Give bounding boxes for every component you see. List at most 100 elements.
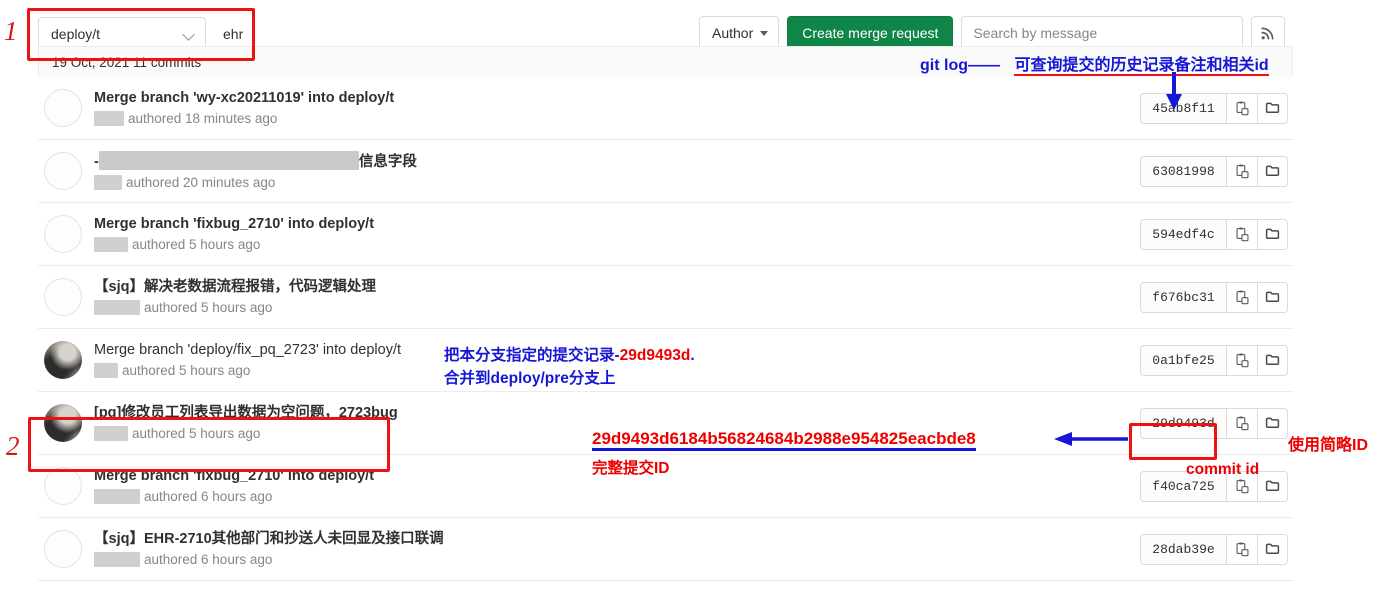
commit-sha[interactable]: f40ca725 [1140, 470, 1226, 502]
commit-meta: authored 5 hours ago [94, 425, 1140, 443]
commit-title[interactable]: 【sjq】解决老数据流程报错，代码逻辑处理 [94, 278, 1140, 296]
annotation-marker-2: 2 [6, 431, 20, 461]
commit-timestamp: authored 20 minutes ago [126, 174, 276, 190]
commit-sha[interactable]: 28dab39e [1140, 533, 1226, 565]
clipboard-copy-icon [1236, 541, 1249, 556]
commit-sha-group: 45ab8f11 [1140, 92, 1288, 124]
avatar [44, 467, 82, 505]
avatar [44, 215, 82, 253]
commit-title[interactable]: 【sjq】EHR-2710其他部门和抄送人未回显及接口联调 [94, 530, 1140, 548]
commit-row[interactable]: Merge branch 'deploy/fix_pq_2723' into d… [38, 329, 1293, 392]
commit-sha-group: 29d9493d [1140, 407, 1288, 439]
folder-browse-icon [1265, 354, 1279, 365]
commit-meta: authored 18 minutes ago [94, 110, 1140, 128]
browse-files-button[interactable] [1257, 155, 1288, 187]
commit-timestamp: authored 6 hours ago [144, 551, 273, 567]
commit-body: Merge branch 'deploy/fix_pq_2723' into d… [94, 341, 1140, 380]
rss-feed-button[interactable] [1251, 16, 1286, 50]
commit-timestamp: authored 18 minutes ago [128, 110, 278, 126]
commit-title[interactable]: Merge branch 'wy-xc20211019' into deploy… [94, 89, 1140, 107]
commit-sha[interactable]: 594edf4c [1140, 218, 1226, 250]
commit-timestamp: authored 5 hours ago [122, 362, 251, 378]
commit-sha[interactable]: 0a1bfe25 [1140, 344, 1226, 376]
commit-title-suffix: 信息字段 [358, 153, 417, 170]
repo-name-label: ehr [223, 26, 244, 42]
copy-sha-button[interactable] [1226, 533, 1257, 565]
toolbar-actions: Author Create merge request [699, 16, 1286, 50]
commit-body: 【sjq】解决老数据流程报错，代码逻辑处理 authored 5 hours ag… [94, 278, 1140, 317]
commit-sha-group: 63081998 [1140, 155, 1288, 187]
redacted-author-name [94, 111, 124, 126]
commit-sha[interactable]: 29d9493d [1140, 407, 1226, 439]
browse-files-button[interactable] [1257, 344, 1288, 376]
commit-row[interactable]: - 信息字段 authored 20 minutes ago 63081998 [38, 140, 1293, 203]
avatar [44, 89, 82, 127]
copy-sha-button[interactable] [1226, 407, 1257, 439]
redacted-text-block [98, 150, 359, 170]
commit-sha[interactable]: 63081998 [1140, 155, 1226, 187]
folder-browse-icon [1265, 228, 1279, 239]
commit-sha[interactable]: 45ab8f11 [1140, 92, 1226, 124]
folder-browse-icon [1265, 291, 1279, 302]
browse-files-button[interactable] [1257, 281, 1288, 313]
create-merge-request-button[interactable]: Create merge request [787, 16, 954, 50]
commit-body: Merge branch 'wy-xc20211019' into deploy… [94, 89, 1140, 128]
avatar [44, 404, 82, 442]
commit-title[interactable]: [pq]修改员工列表导出数据为空问题，2723bug [94, 404, 1140, 422]
redacted-author-name [94, 300, 140, 315]
create-merge-request-label: Create merge request [802, 25, 939, 41]
folder-browse-icon [1265, 480, 1279, 491]
browse-files-button[interactable] [1257, 533, 1288, 565]
search-input[interactable] [961, 16, 1244, 50]
folder-browse-icon [1265, 543, 1279, 554]
commit-timestamp: authored 5 hours ago [132, 425, 261, 441]
copy-sha-button[interactable] [1226, 218, 1257, 250]
commit-timestamp: authored 5 hours ago [144, 299, 273, 315]
commit-timestamp: authored 6 hours ago [144, 488, 273, 504]
commit-row[interactable]: [pq]修改员工列表导出数据为空问题，2723bug authored 5 hou… [38, 392, 1293, 455]
folder-browse-icon [1265, 417, 1279, 428]
redacted-author-name [94, 237, 128, 252]
caret-down-icon [760, 30, 769, 36]
copy-sha-button[interactable] [1226, 155, 1257, 187]
browse-files-button[interactable] [1257, 92, 1288, 124]
copy-sha-button[interactable] [1226, 281, 1257, 313]
commits-date-header: 19 Oct, 2021 11 commits [38, 46, 1293, 77]
commit-meta: authored 6 hours ago [94, 551, 1140, 569]
commit-meta: authored 5 hours ago [94, 236, 1140, 254]
browse-files-button[interactable] [1257, 218, 1288, 250]
redacted-author-name [94, 175, 122, 190]
commit-title[interactable]: Merge branch 'deploy/fix_pq_2723' into d… [94, 341, 1140, 359]
commit-sha[interactable]: f676bc31 [1140, 281, 1226, 313]
browse-files-button[interactable] [1257, 470, 1288, 502]
author-filter-dropdown[interactable]: Author [699, 16, 780, 50]
commit-sha-group: 594edf4c [1140, 218, 1288, 250]
folder-browse-icon [1265, 102, 1279, 113]
clipboard-copy-icon [1236, 289, 1249, 304]
commit-meta: authored 5 hours ago [94, 299, 1140, 317]
clipboard-copy-icon [1236, 415, 1249, 430]
commit-body: - 信息字段 authored 20 minutes ago [94, 150, 1140, 192]
commit-body: Merge branch 'fixbug_2710' into deploy/t… [94, 215, 1140, 254]
copy-sha-button[interactable] [1226, 470, 1257, 502]
commit-row[interactable]: Merge branch 'fixbug_2710' into deploy/t… [38, 455, 1293, 518]
commit-row[interactable]: 【sjq】解决老数据流程报错，代码逻辑处理 authored 5 hours ag… [38, 266, 1293, 329]
commit-timestamp: authored 5 hours ago [132, 236, 261, 252]
folder-browse-icon [1265, 165, 1279, 176]
clipboard-copy-icon [1236, 100, 1249, 115]
commit-row[interactable]: Merge branch 'wy-xc20211019' into deploy… [38, 77, 1293, 140]
commit-row[interactable]: Merge branch 'fixbug_2710' into deploy/t… [38, 203, 1293, 266]
chevron-down-icon [183, 28, 196, 41]
commit-row[interactable]: 【sjq】EHR-2710其他部门和抄送人未回显及接口联调 authored 6 … [38, 518, 1293, 581]
redacted-author-name [94, 489, 140, 504]
commit-title[interactable]: Merge branch 'fixbug_2710' into deploy/t [94, 467, 1140, 485]
clipboard-copy-icon [1236, 352, 1249, 367]
copy-sha-button[interactable] [1226, 344, 1257, 376]
commit-title[interactable]: - 信息字段 [94, 150, 1140, 171]
copy-sha-button[interactable] [1226, 92, 1257, 124]
browse-files-button[interactable] [1257, 407, 1288, 439]
commit-title[interactable]: Merge branch 'fixbug_2710' into deploy/t [94, 215, 1140, 233]
commit-sha-group: 28dab39e [1140, 533, 1288, 565]
redacted-author-name [94, 363, 118, 378]
commit-body: 【sjq】EHR-2710其他部门和抄送人未回显及接口联调 authored 6 … [94, 530, 1140, 569]
